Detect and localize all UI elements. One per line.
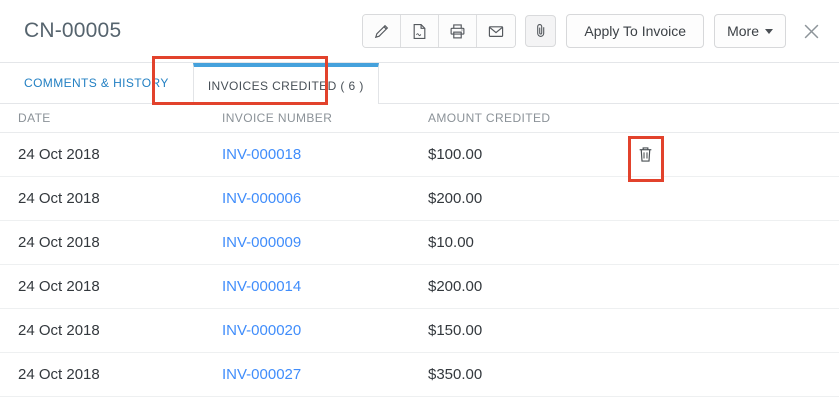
paperclip-icon bbox=[533, 23, 548, 39]
tab-bar: COMMENTS & HISTORY INVOICES CREDITED ( 6… bbox=[0, 63, 839, 104]
envelope-icon bbox=[487, 23, 505, 40]
delete-button[interactable] bbox=[637, 146, 653, 164]
apply-to-invoice-label: Apply To Invoice bbox=[584, 23, 687, 39]
email-button[interactable] bbox=[477, 15, 516, 47]
more-label: More bbox=[727, 23, 759, 39]
more-button[interactable]: More bbox=[714, 14, 786, 48]
cell-amount: $10.00 bbox=[428, 234, 474, 251]
page-title: CN-00005 bbox=[24, 19, 122, 42]
credit-note-detail-panel: CN-00005 Apply To Invoice More COMMENTS … bbox=[0, 0, 839, 404]
cell-date: 24 Oct 2018 bbox=[18, 322, 100, 339]
cell-amount: $100.00 bbox=[428, 146, 483, 163]
printer-icon bbox=[449, 23, 466, 40]
invoice-link[interactable]: INV-000018 bbox=[222, 146, 301, 163]
toolbar-icon-group bbox=[362, 14, 517, 48]
invoice-link[interactable]: INV-000020 bbox=[222, 322, 301, 339]
caret-down-icon bbox=[765, 28, 773, 34]
cell-amount: $150.00 bbox=[428, 322, 483, 339]
table-row: 24 Oct 2018 INV-000020 $150.00 bbox=[0, 309, 839, 353]
trash-icon bbox=[638, 146, 653, 163]
pencil-icon bbox=[373, 23, 390, 40]
invoice-link[interactable]: INV-000006 bbox=[222, 190, 301, 207]
close-button[interactable] bbox=[799, 19, 823, 43]
cell-date: 24 Oct 2018 bbox=[18, 278, 100, 295]
export-pdf-button[interactable] bbox=[401, 15, 440, 47]
cell-date: 24 Oct 2018 bbox=[18, 366, 100, 383]
invoice-link[interactable]: INV-000009 bbox=[222, 234, 301, 251]
apply-to-invoice-button[interactable]: Apply To Invoice bbox=[566, 14, 705, 48]
cell-amount: $200.00 bbox=[428, 278, 483, 295]
invoice-link[interactable]: INV-000027 bbox=[222, 366, 301, 383]
tab-comments-history-label: COMMENTS & HISTORY bbox=[24, 76, 169, 90]
table-row: 24 Oct 2018 INV-000018 $100.00 bbox=[0, 133, 839, 177]
pdf-file-icon bbox=[411, 23, 428, 40]
edit-button[interactable] bbox=[363, 15, 402, 47]
tab-invoices-credited[interactable]: INVOICES CREDITED ( 6 ) bbox=[192, 63, 379, 104]
table-header-row: DATE INVOICE NUMBER AMOUNT CREDITED bbox=[0, 104, 839, 133]
close-icon bbox=[803, 23, 820, 40]
table-row: 24 Oct 2018 INV-000006 $200.00 bbox=[0, 177, 839, 221]
print-button[interactable] bbox=[439, 15, 478, 47]
table-row: 24 Oct 2018 INV-000014 $200.00 bbox=[0, 265, 839, 309]
cell-date: 24 Oct 2018 bbox=[18, 190, 100, 207]
cell-date: 24 Oct 2018 bbox=[18, 234, 100, 251]
table-row: 24 Oct 2018 INV-000009 $10.00 bbox=[0, 221, 839, 265]
attachment-button[interactable] bbox=[525, 15, 557, 47]
tab-comments-history[interactable]: COMMENTS & HISTORY bbox=[0, 63, 193, 103]
column-header-date: DATE bbox=[18, 111, 51, 125]
header: CN-00005 Apply To Invoice More bbox=[0, 0, 839, 63]
column-header-amount-credited: AMOUNT CREDITED bbox=[428, 111, 551, 125]
cell-amount: $200.00 bbox=[428, 190, 483, 207]
cell-date: 24 Oct 2018 bbox=[18, 146, 100, 163]
invoices-credited-table: DATE INVOICE NUMBER AMOUNT CREDITED 24 O… bbox=[0, 104, 839, 397]
table-row: 24 Oct 2018 INV-000027 $350.00 bbox=[0, 353, 839, 397]
column-header-invoice-number: INVOICE NUMBER bbox=[222, 111, 333, 125]
tab-invoices-credited-label: INVOICES CREDITED ( 6 ) bbox=[207, 78, 364, 93]
toolbar: Apply To Invoice More bbox=[362, 14, 823, 48]
cell-amount: $350.00 bbox=[428, 366, 483, 383]
invoice-link[interactable]: INV-000014 bbox=[222, 278, 301, 295]
